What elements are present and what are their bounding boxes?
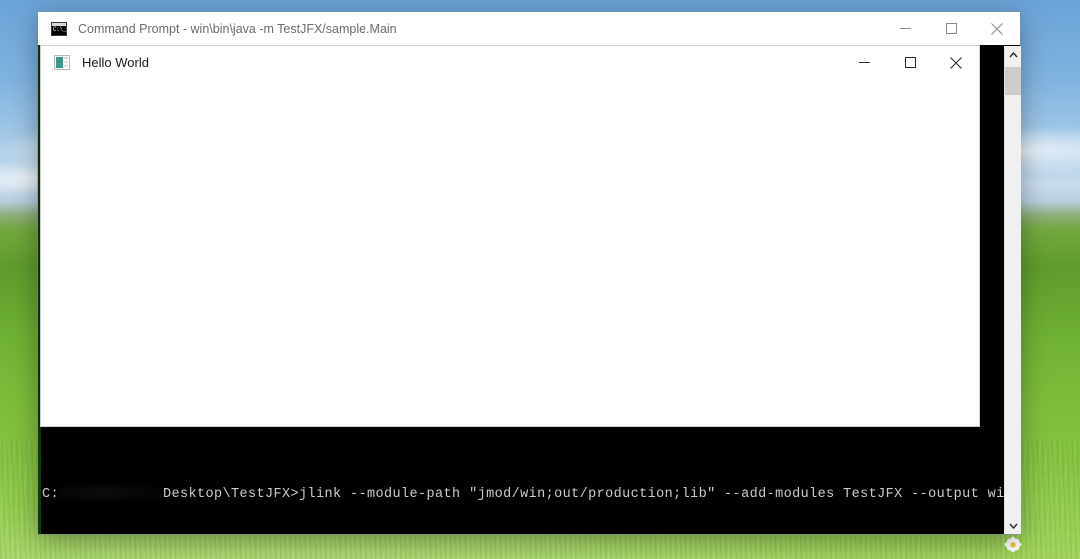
cmd-maximize-button[interactable]	[928, 12, 974, 45]
screen: Command Prompt - win\bin\java -m TestJFX…	[0, 0, 1080, 559]
hello-world-content-pane	[41, 78, 979, 426]
minimize-icon	[858, 62, 870, 63]
hello-world-titlebar[interactable]: Hello World	[41, 46, 979, 79]
console-text-buffer: C: Desktop\TestJFX>jlink --module-path "j…	[42, 454, 1016, 534]
command-prompt-window[interactable]: Command Prompt - win\bin\java -m TestJFX…	[38, 12, 1020, 534]
scroll-down-arrow[interactable]	[1005, 517, 1021, 534]
console-line-prompt-1: C: Desktop\TestJFX>jlink --module-path "j…	[42, 486, 1016, 502]
hello-close-button[interactable]	[933, 46, 979, 79]
scrollbar-thumb[interactable]	[1005, 67, 1021, 95]
cmd-minimize-button[interactable]	[882, 12, 928, 45]
chevron-up-icon	[1008, 51, 1018, 57]
maximize-icon	[904, 57, 916, 68]
console-line1-prefix: C:	[42, 487, 60, 502]
cmd-close-button[interactable]	[974, 12, 1020, 45]
chevron-down-icon	[1008, 523, 1018, 529]
scrollbar-track[interactable]	[1005, 63, 1021, 517]
hello-world-title: Hello World	[82, 54, 149, 70]
close-icon	[950, 56, 962, 69]
hello-maximize-button[interactable]	[887, 46, 933, 79]
hello-world-window[interactable]: Hello World	[40, 45, 980, 427]
command-prompt-titlebar[interactable]: Command Prompt - win\bin\java -m TestJFX…	[38, 12, 1020, 46]
hello-world-window-controls	[841, 46, 979, 78]
hello-minimize-button[interactable]	[841, 46, 887, 79]
console-line1-suffix: Desktop\TestJFX>jlink --module-path "jmo…	[163, 487, 1014, 502]
console-line1-redacted-path	[59, 486, 164, 499]
scroll-up-arrow[interactable]	[1005, 46, 1021, 63]
console-scrollbar[interactable]	[1004, 46, 1021, 534]
command-prompt-window-controls	[882, 12, 1020, 45]
javafx-app-icon	[54, 54, 70, 70]
minimize-icon	[899, 28, 911, 29]
maximize-icon	[945, 23, 957, 34]
command-prompt-icon	[51, 21, 67, 36]
console-output-area[interactable]: C: Desktop\TestJFX>jlink --module-path "j…	[38, 45, 1020, 534]
close-icon	[991, 22, 1003, 35]
command-prompt-title: Command Prompt - win\bin\java -m TestJFX…	[78, 21, 397, 36]
